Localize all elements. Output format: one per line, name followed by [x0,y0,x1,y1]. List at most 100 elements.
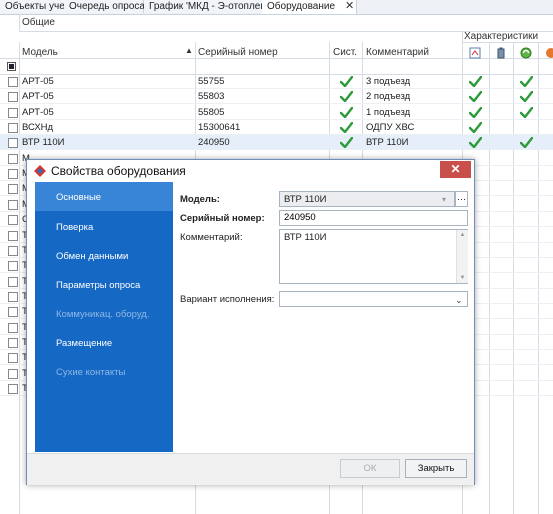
certificate-icon[interactable] [469,47,481,59]
scroll-down-icon[interactable]: ▼ [457,273,468,283]
variant-select[interactable]: ⌄ [279,291,468,307]
dialog-title: Свойства оборудования [51,164,186,178]
band-general: Общие [22,17,55,28]
column-header-serial[interactable]: Серийный номер [198,47,278,58]
battery-icon[interactable] [496,47,506,59]
row-checkbox[interactable] [8,92,18,103]
comment-label: Комментарий: [180,232,243,243]
tab-objects[interactable]: Объекты учета [0,0,75,13]
row-checkbox[interactable] [8,337,18,348]
tab-label: График 'МКД - Э-отопление' [149,1,279,12]
dialog-close-button[interactable]: ✕ [440,161,471,178]
check-icon [339,121,354,134]
serial-input[interactable] [279,210,468,226]
cell-comment: ОДПУ ХВС [366,122,415,134]
close-icon[interactable]: ✕ [345,0,354,12]
nav-item-comm-equipment: Коммуникац. оборуд. [56,309,150,320]
nav-item-verification[interactable]: Поверка [56,222,93,233]
table-row[interactable]: АРТ-05 55755 3 подъезд [0,74,553,89]
comment-value: ВТР 110И [284,232,327,243]
row-checkbox[interactable] [8,199,18,210]
status-icon[interactable] [545,47,553,59]
row-checkbox[interactable] [8,138,18,149]
row-checkbox[interactable] [8,230,18,241]
table-row[interactable]: АРТ-05 55805 1 подъезд [0,105,553,120]
variant-label: Вариант исполнения: [180,294,275,305]
cell-serial: 55805 [198,106,225,118]
row-checkbox[interactable] [8,368,18,379]
row-checkbox[interactable] [8,291,18,302]
serial-label: Серийный номер: [180,213,265,224]
cell-model: ВТР 110И [22,137,65,149]
model-more-button[interactable]: … [455,191,468,207]
cell-comment: 1 подъезд [366,106,411,118]
check-icon [468,75,483,88]
row-checkbox[interactable] [8,153,18,164]
row-checkbox[interactable] [8,353,18,364]
cell-comment: 2 подъезд [366,91,411,103]
row-checkbox[interactable] [8,322,18,333]
row-checkbox[interactable] [8,169,18,180]
check-icon [339,137,354,149]
tab-poll-queue[interactable]: Очередь опроса [64,0,145,13]
column-header-system[interactable]: Сист. [333,47,357,58]
check-icon [519,137,534,149]
nav-item-poll-params[interactable]: Параметры опроса [56,280,140,291]
check-icon [468,121,483,134]
table-row[interactable]: ВСХНд 15300641 ОДПУ ХВС [0,120,553,136]
check-icon [339,91,354,103]
column-header-model[interactable]: Модель [22,47,58,58]
sort-asc-icon[interactable]: ▲ [185,46,193,55]
tab-label: Очередь опроса [69,1,145,12]
comment-scrollbar[interactable]: ▲ ▼ [456,230,468,283]
select-all-checkbox[interactable] [7,62,16,71]
tab-schedule[interactable]: График 'МКД - Э-отопление' [144,0,279,13]
nav-item-general[interactable]: Основные [56,192,101,203]
row-checkbox[interactable] [8,245,18,256]
cell-comment: ВТР 110И [366,137,409,149]
cell-serial: 15300641 [198,122,241,134]
sync-icon[interactable] [520,47,532,59]
cell-model: АРТ-05 [22,91,54,103]
model-combobox[interactable]: ВТР 110И ▾ [279,191,455,207]
comment-textarea[interactable]: ВТР 110И ▲ ▼ [279,229,468,284]
equipment-properties-dialog: Свойства оборудования ✕ Основные Поверка… [26,159,475,485]
check-icon [519,75,534,88]
cell-model: АРТ-05 [22,76,54,87]
cell-serial: 240950 [198,137,230,149]
row-checkbox[interactable] [8,384,18,394]
tab-bar: Объекты учета Очередь опроса График 'МКД… [0,0,553,15]
tab-label: Оборудование [267,1,336,12]
row-checkbox[interactable] [8,77,18,87]
nav-item-placement[interactable]: Размещение [56,338,112,349]
scroll-up-icon[interactable]: ▲ [457,230,468,240]
row-checkbox[interactable] [8,184,18,195]
cell-model: ВСХНд [22,122,54,134]
app-diamond-icon [34,165,46,177]
check-icon [339,75,354,88]
dialog-titlebar[interactable]: Свойства оборудования ✕ [27,160,474,182]
table-row[interactable]: АРТ-05 55803 2 подъезд [0,89,553,105]
row-checkbox[interactable] [8,307,18,318]
cell-comment: 3 подъезд [366,76,411,87]
cell-serial: 55755 [198,76,225,87]
row-checkbox[interactable] [8,107,18,118]
table-row[interactable]: ВТР 110И 240950 ВТР 110И [0,135,553,151]
check-icon [519,91,534,103]
row-checkbox[interactable] [8,261,18,272]
row-checkbox[interactable] [8,123,18,134]
nav-item-data-exchange[interactable]: Обмен данными [56,251,128,262]
ok-button[interactable]: ОК [340,459,400,478]
row-checkbox[interactable] [8,276,18,287]
close-button[interactable]: Закрыть [405,459,467,478]
cell-serial: 55803 [198,91,225,103]
model-value: ВТР 110И [284,194,327,205]
check-icon [468,91,483,103]
dialog-nav: Основные Поверка Обмен данными Параметры… [35,182,173,452]
row-checkbox[interactable] [8,215,18,226]
column-header-comment[interactable]: Комментарий [366,47,429,58]
chevron-down-icon[interactable]: ⌄ [455,292,463,308]
tab-equipment[interactable]: Оборудование ✕ [262,0,357,14]
nav-item-dry-contacts: Сухие контакты [56,367,126,378]
chevron-down-icon[interactable]: ▾ [442,192,446,208]
